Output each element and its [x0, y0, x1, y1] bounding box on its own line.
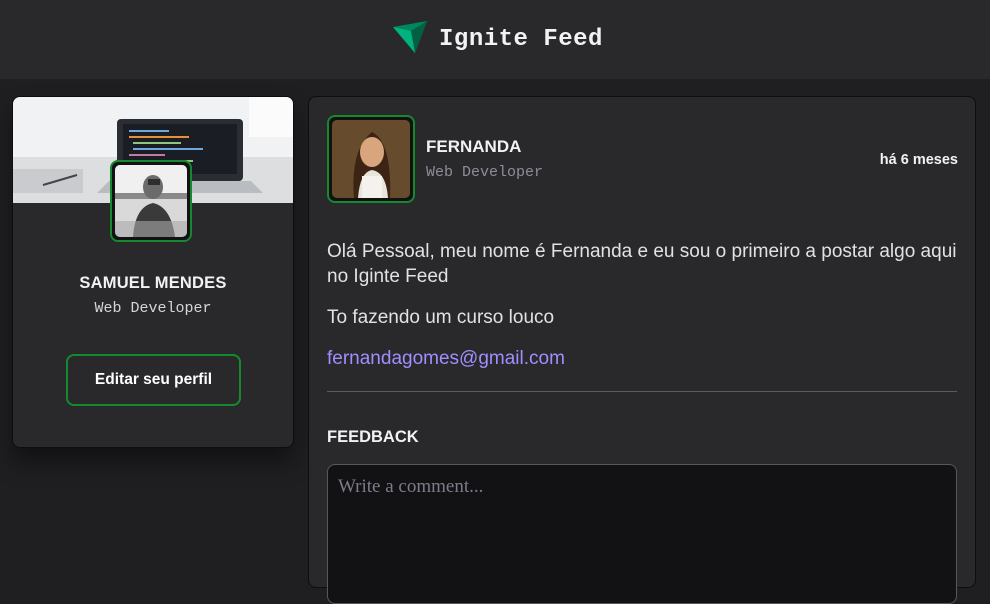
- author-avatar[interactable]: [327, 115, 415, 203]
- post-content: Olá Pessoal, meu nome é Fernanda e eu so…: [327, 239, 957, 387]
- profile-avatar[interactable]: [110, 160, 192, 242]
- author-role: Web Developer: [426, 164, 544, 181]
- post-paragraph: To fazendo um curso louco: [327, 307, 555, 328]
- feedback-title: FEEDBACK: [327, 428, 419, 446]
- author-name: FERNANDA: [426, 137, 522, 156]
- app-title: Ignite Feed: [439, 26, 603, 53]
- profile-role: Web Developer: [94, 300, 212, 317]
- edit-profile-button[interactable]: Editar seu perfil: [66, 354, 241, 406]
- post-email-link[interactable]: fernandagomes@gmail.com: [327, 348, 565, 369]
- app-header: Ignite Feed: [0, 0, 990, 79]
- profile-name: SAMUEL MENDES: [79, 274, 227, 292]
- author-avatar-image: [332, 120, 410, 198]
- profile-avatar-image: [115, 165, 187, 237]
- post-card: FERNANDA Web Developer há 6 meses Olá Pe…: [308, 96, 976, 604]
- divider: [327, 391, 957, 392]
- post-time[interactable]: há 6 meses: [880, 152, 958, 168]
- profile-sidebar: SAMUEL MENDES Web Developer Editar seu p…: [12, 96, 294, 448]
- comment-input[interactable]: [327, 464, 957, 604]
- brand: Ignite Feed: [391, 19, 603, 60]
- post-paragraph: Olá Pessoal, meu nome é Fernanda e eu so…: [327, 241, 957, 287]
- ignite-logo-icon: [391, 19, 429, 60]
